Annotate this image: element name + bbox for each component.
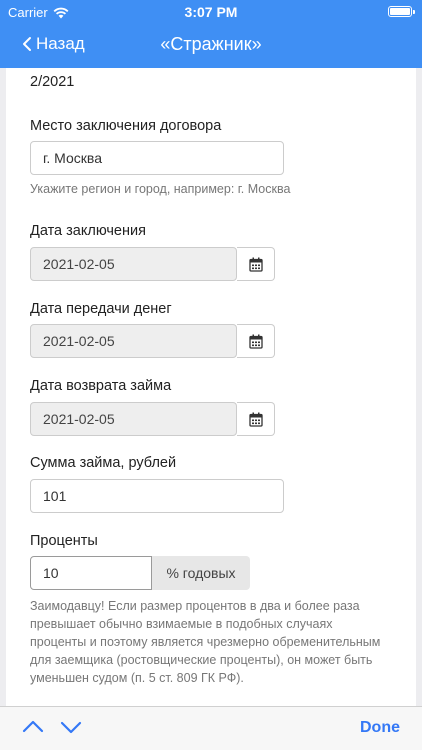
conclusion-date-label: Дата заключения bbox=[30, 223, 146, 239]
keyboard-toolbar: Done bbox=[0, 706, 422, 750]
calendar-icon bbox=[248, 257, 263, 272]
status-bar: Carrier 3:07 PM bbox=[0, 0, 422, 24]
return-date-calendar-button[interactable] bbox=[237, 402, 275, 436]
form-card: 2/2021 Место заключения договора г. Моск… bbox=[6, 68, 416, 706]
chevron-down-icon[interactable] bbox=[60, 717, 82, 737]
calendar-icon bbox=[248, 334, 263, 349]
interest-input[interactable]: 10 bbox=[30, 556, 152, 590]
navigation-bar: Carrier 3:07 PM Назад «Стражник» bbox=[0, 0, 422, 68]
battery-icon bbox=[388, 6, 415, 17]
transfer-date-label: Дата передачи денег bbox=[30, 301, 172, 317]
amount-label: Сумма займа, рублей bbox=[30, 455, 177, 471]
place-hint: Укажите регион и город, например: г. Мос… bbox=[30, 182, 291, 196]
calendar-icon bbox=[248, 412, 263, 427]
conclusion-date-calendar-button[interactable] bbox=[237, 247, 275, 281]
partial-text: 2/2021 bbox=[30, 74, 75, 90]
chevron-up-icon[interactable] bbox=[22, 717, 44, 737]
interest-label: Проценты bbox=[30, 533, 98, 549]
transfer-date-input[interactable]: 2021-02-05 bbox=[30, 324, 237, 358]
amount-input[interactable]: 101 bbox=[30, 479, 284, 513]
interest-warning: Заимодавцу! Если размер процентов в два … bbox=[30, 599, 381, 685]
place-input[interactable]: г. Москва bbox=[30, 141, 284, 175]
page-title: «Стражник» bbox=[160, 34, 262, 54]
conclusion-date-input[interactable]: 2021-02-05 bbox=[30, 247, 237, 281]
interest-unit-addon: % годовых bbox=[152, 556, 250, 590]
status-time: 3:07 PM bbox=[184, 4, 238, 20]
done-button[interactable]: Done bbox=[360, 719, 400, 737]
transfer-date-calendar-button[interactable] bbox=[237, 324, 275, 358]
return-date-input[interactable]: 2021-02-05 bbox=[30, 402, 237, 436]
place-label: Место заключения договора bbox=[30, 118, 222, 134]
nav-row: Назад «Стражник» bbox=[0, 30, 422, 60]
return-date-label: Дата возврата займа bbox=[30, 378, 172, 394]
